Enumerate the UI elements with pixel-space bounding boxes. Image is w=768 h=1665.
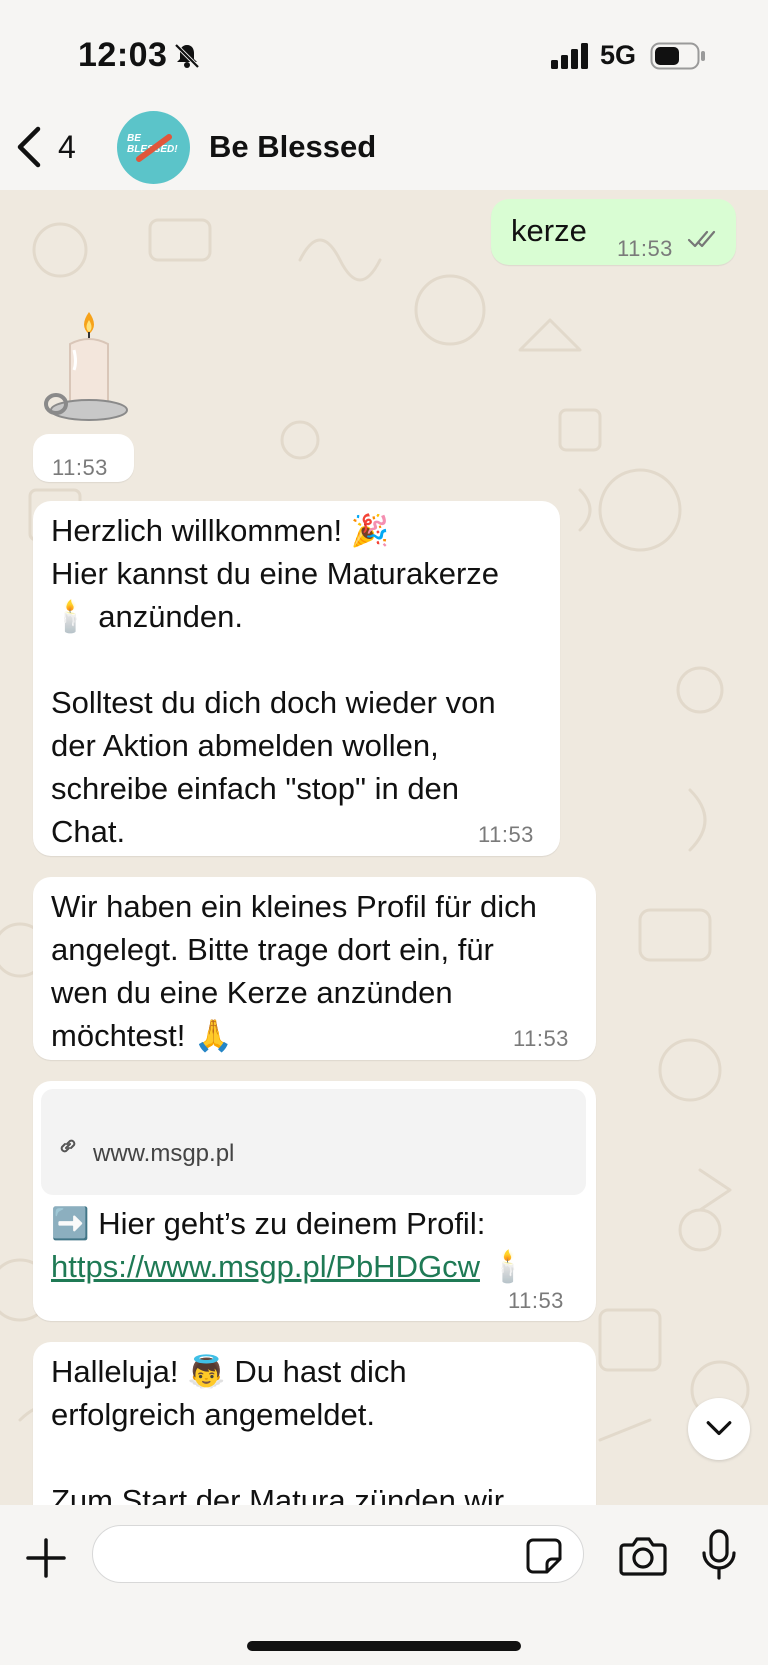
home-indicator[interactable] — [247, 1641, 521, 1651]
chat-area[interactable]: kerze 11:53 11:53 Herzlich willkommen! 🎉… — [0, 190, 768, 1505]
chat-header: 4 BE BLESSED! Be Blessed — [0, 105, 768, 190]
message-line: der Aktion abmelden wollen, — [51, 728, 439, 763]
contact-name[interactable]: Be Blessed — [209, 129, 376, 165]
back-chevron-icon[interactable] — [14, 125, 44, 169]
message-bubble-incoming[interactable]: Halleluja! 👼 Du hast dich erfolgreich an… — [33, 1342, 596, 1505]
message-line: Chat. — [51, 814, 126, 849]
message-line: Wir haben ein kleines Profil für dich — [51, 889, 537, 924]
link-preview-card[interactable]: www.msgp.pl — [41, 1089, 586, 1195]
message-line — [51, 638, 499, 681]
network-type: 5G — [600, 40, 637, 70]
message-line: schreibe einfach "stop" in den — [51, 771, 460, 806]
plus-icon[interactable] — [26, 1538, 66, 1578]
status-time: 12:03 — [78, 36, 168, 74]
message-time: 11:53 — [52, 455, 108, 480]
message-text-block: Herzlich willkommen! 🎉 Hier kannst du ei… — [51, 509, 499, 853]
message-line-link: https://www.msgp.pl/PbHDGcw 🕯️ — [51, 1245, 527, 1288]
read-checkmarks-icon — [687, 230, 716, 248]
message-text-block: Halleluja! 👼 Du hast dich erfolgreich an… — [51, 1350, 504, 1505]
message-line: angelegt. Bitte trage dort ein, für — [51, 932, 494, 967]
message-line: Herzlich willkommen! 🎉 — [51, 513, 390, 548]
chevron-down-icon — [706, 1421, 732, 1436]
message-line: Halleluja! 👼 Du hast dich — [51, 1354, 407, 1389]
message-text: kerze — [511, 213, 587, 248]
silent-bell-icon — [174, 43, 200, 69]
message-line: Zum Start der Matura zünden wir — [51, 1483, 505, 1505]
scroll-to-bottom-button[interactable] — [688, 1398, 750, 1460]
message-line: Hier kannst du eine Maturakerze — [51, 556, 500, 591]
message-line: möchtest! 🙏 — [51, 1018, 233, 1053]
sticker-time-badge: 11:53 — [33, 434, 134, 482]
message-line: Solltest du dich doch wieder von — [51, 685, 496, 720]
contact-avatar[interactable]: BE BLESSED! — [117, 111, 190, 184]
message-bubble-incoming[interactable]: Herzlich willkommen! 🎉 Hier kannst du ei… — [33, 501, 560, 856]
message-line: erfolgreich angemeldet. — [51, 1397, 375, 1432]
message-time: 11:53 — [478, 822, 534, 847]
link-preview-url: www.msgp.pl — [93, 1140, 235, 1167]
composer-bar — [0, 1505, 768, 1665]
message-time: 11:53 — [508, 1288, 564, 1313]
message-input[interactable] — [92, 1525, 584, 1583]
camera-icon[interactable] — [618, 1535, 668, 1577]
brush-stroke-icon — [136, 134, 172, 162]
status-bar: 12:03 5G — [0, 0, 768, 105]
link-chain-icon — [60, 1139, 76, 1153]
candle-sticker[interactable] — [42, 306, 132, 426]
unread-count[interactable]: 4 — [58, 129, 76, 166]
message-line: 🕯️ anzünden. — [51, 599, 244, 634]
message-time: 11:53 — [617, 236, 673, 261]
message-bubble-incoming-link[interactable]: www.msgp.pl ➡️ Hier geht’s zu deinem Pro… — [33, 1081, 596, 1321]
message-line: ➡️ Hier geht’s zu deinem Profil: — [51, 1206, 486, 1241]
sticker-icon[interactable] — [525, 1537, 563, 1575]
message-time: 11:53 — [513, 1026, 569, 1051]
profile-link[interactable]: https://www.msgp.pl/PbHDGcw — [51, 1249, 480, 1284]
cellular-signal-icon — [551, 43, 588, 69]
message-text-block: Wir haben ein kleines Profil für dich an… — [51, 885, 537, 1057]
message-bubble-incoming[interactable]: Wir haben ein kleines Profil für dich an… — [33, 877, 596, 1060]
message-line: wen du eine Kerze anzünden — [51, 975, 453, 1010]
microphone-icon[interactable] — [700, 1529, 738, 1581]
message-line — [51, 1436, 504, 1479]
battery-icon — [650, 42, 705, 70]
message-bubble-outgoing[interactable]: kerze 11:53 — [491, 199, 736, 265]
